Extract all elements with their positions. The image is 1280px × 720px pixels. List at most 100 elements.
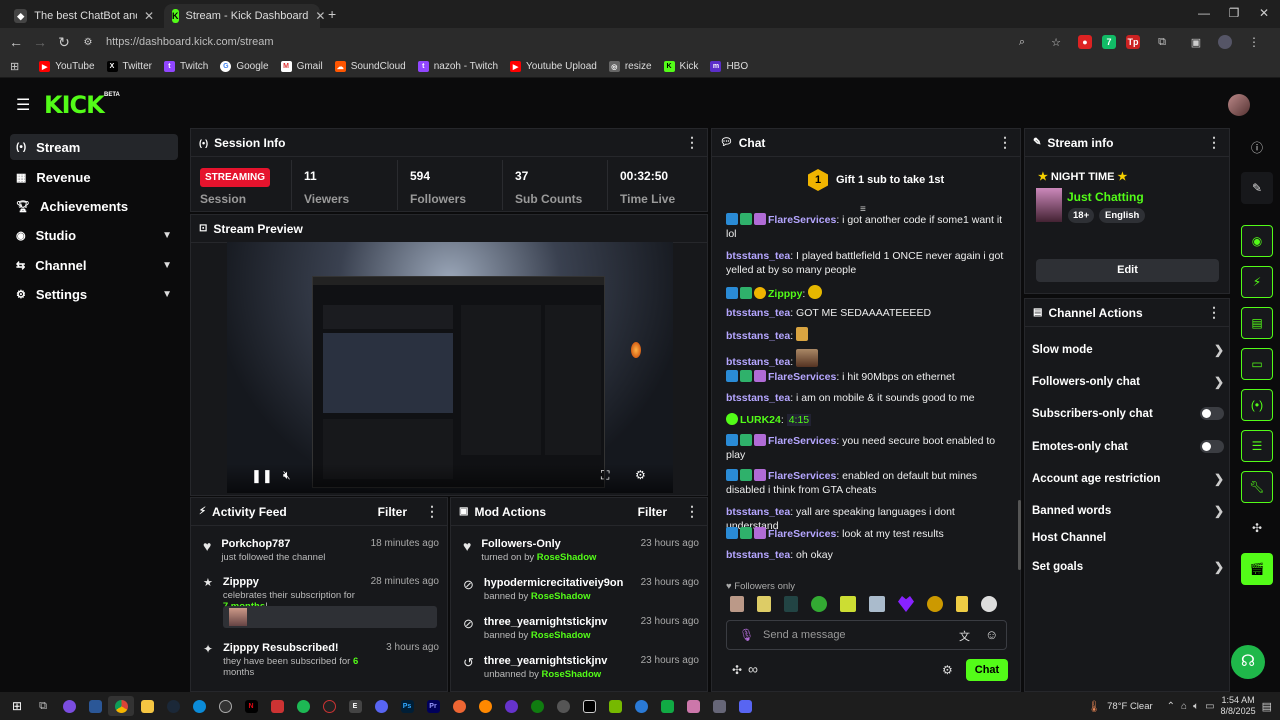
taskbar-app-icon[interactable] [498, 696, 524, 716]
taskbar-app-icon[interactable] [654, 696, 680, 716]
chat-username[interactable]: FlareServices [768, 214, 836, 226]
clock[interactable]: 1:54 AM 8/8/2025 [1221, 695, 1256, 717]
chat-username[interactable]: btsstans_tea [726, 307, 790, 319]
kick-logo[interactable]: KICK [44, 91, 105, 119]
action-slow-mode[interactable]: Slow mode ❯ [1032, 343, 1224, 357]
bookmark[interactable]: M Gmail [275, 61, 329, 72]
apps-grid-icon[interactable]: ⊞ [10, 60, 19, 73]
clapperboard-icon[interactable]: 🎬︎ [1241, 553, 1273, 585]
taskbar-app-icon[interactable] [576, 696, 602, 716]
category-link[interactable]: Just Chatting [1067, 190, 1144, 204]
site-info-icon[interactable]: ⚙ [76, 37, 100, 48]
browser-menu-icon[interactable]: ⋮ [1242, 35, 1266, 49]
close-window-icon[interactable]: ✕ [1254, 6, 1274, 20]
chat-input[interactable]: Send a message [763, 629, 846, 641]
discord-icon[interactable] [368, 696, 394, 716]
bookmark[interactable]: K Kick [658, 61, 705, 72]
emote-icon[interactable] [757, 596, 771, 612]
stream-video[interactable]: ❚❚ 🔇︎ ⛶ ⚙ [227, 242, 673, 493]
netflix-icon[interactable]: N [238, 696, 264, 716]
emote-icon[interactable] [811, 596, 827, 612]
chat-username[interactable]: btsstans_tea [726, 392, 790, 404]
extension-icon[interactable]: 7 [1102, 35, 1116, 49]
close-tab-icon[interactable]: ✕ [144, 9, 154, 23]
chat-username[interactable]: LURK24 [740, 414, 781, 426]
pause-icon[interactable]: ❚❚ [251, 468, 273, 484]
emotes-only-toggle[interactable] [1200, 440, 1224, 453]
taskbar-app-icon[interactable] [316, 696, 342, 716]
bookmark[interactable]: G Google [214, 61, 274, 72]
edge-icon[interactable] [186, 696, 212, 716]
microphone-icon[interactable]: 🎙︎ [739, 628, 754, 642]
sidebar-item-channel[interactable]: ⇆ Channel ▼ [10, 252, 178, 278]
chrome-icon[interactable] [108, 696, 134, 716]
edit-pencil-icon[interactable]: ✎ [1241, 172, 1273, 204]
chat-username[interactable]: btsstans_tea [726, 250, 790, 262]
network-icon[interactable]: ⌂ [1181, 701, 1187, 712]
sidebar-item-studio[interactable]: ◉ Studio ▼ [10, 222, 178, 248]
new-tab-icon[interactable]: + [328, 6, 336, 22]
sidepanel-icon[interactable]: ▣ [1184, 36, 1208, 49]
bookmark[interactable]: t nazoh - Twitch [412, 61, 504, 72]
taskbar-app-icon[interactable] [56, 696, 82, 716]
bookmark[interactable]: ▶ Youtube Upload [504, 61, 603, 72]
bookmark[interactable]: X Twitter [101, 61, 158, 72]
support-chat-icon[interactable]: ☊ [1231, 645, 1265, 679]
bookmark[interactable]: ◎ resize [603, 61, 658, 72]
browser-tab[interactable]: ◆ The best ChatBot and Widgets ✕ [6, 4, 162, 28]
extension-icon[interactable]: Tp [1126, 35, 1140, 49]
emote-icon[interactable] [840, 596, 856, 612]
emote-icon[interactable] [981, 596, 997, 612]
steam-icon[interactable] [160, 696, 186, 716]
apps-icon[interactable]: ✣ [1241, 512, 1273, 544]
taskbar-app-icon[interactable] [706, 696, 732, 716]
taskbar-app-icon[interactable]: E [342, 696, 368, 716]
back-icon[interactable]: ← [4, 34, 28, 50]
emote-icon[interactable] [927, 596, 943, 612]
filter-button[interactable]: Filter [378, 505, 407, 519]
taskbar-app-icon[interactable] [82, 696, 108, 716]
more-menu-icon[interactable]: ⋮ [998, 134, 1012, 151]
taskbar-app-icon[interactable] [732, 696, 758, 716]
task-view-icon[interactable]: ⧉ [30, 696, 56, 716]
more-menu-icon[interactable]: ⋮ [425, 503, 439, 520]
more-menu-icon[interactable]: ⋮ [685, 134, 699, 151]
notification-icon[interactable]: ▤ [1262, 700, 1272, 713]
chat-icon[interactable]: ▭ [1241, 348, 1273, 380]
emote-icon[interactable] [869, 596, 885, 612]
translate-icon[interactable]: 文 [959, 628, 970, 644]
reload-icon[interactable]: ↻ [52, 34, 76, 51]
gift-sub-button[interactable]: Gift 1 sub to take 1st [836, 174, 944, 186]
send-chat-button[interactable]: Chat [966, 659, 1008, 681]
obs-icon[interactable] [212, 696, 238, 716]
action-followers-only[interactable]: Followers-only chat ❯ [1032, 375, 1224, 389]
maximize-icon[interactable]: ❐ [1224, 6, 1244, 20]
tray-chevron-icon[interactable]: ⌃ [1167, 701, 1175, 712]
emote-icon[interactable] [784, 596, 798, 612]
sidebar-item-stream[interactable]: (•) Stream [10, 134, 178, 160]
more-menu-icon[interactable]: ⋮ [1207, 134, 1221, 151]
emote-icon[interactable] [956, 596, 968, 612]
mute-icon[interactable]: 🔇︎ [283, 468, 291, 483]
wrench-icon[interactable]: 🔧︎ [1241, 471, 1273, 503]
chat-username[interactable]: FlareServices [768, 371, 836, 383]
taskbar-app-icon[interactable] [680, 696, 706, 716]
nvidia-icon[interactable] [602, 696, 628, 716]
extension-icon[interactable]: ● [1078, 35, 1092, 49]
extensions-puzzle-icon[interactable]: ⧉ [1150, 36, 1174, 49]
fullscreen-icon[interactable]: ⛶ [601, 468, 609, 483]
xbox-icon[interactable] [524, 696, 550, 716]
taskbar-app-icon[interactable] [446, 696, 472, 716]
bookmark[interactable]: t Twitch [158, 61, 214, 72]
user-avatar[interactable] [1228, 94, 1250, 116]
action-set-goals[interactable]: Set goals ❯ [1032, 560, 1224, 574]
minimize-icon[interactable]: — [1194, 6, 1214, 20]
chat-username[interactable]: FlareServices [768, 528, 836, 540]
close-tab-icon[interactable]: ✕ [315, 9, 325, 23]
subscribers-only-toggle[interactable] [1200, 407, 1224, 420]
action-banned-words[interactable]: Banned words ❯ [1032, 504, 1224, 518]
weather-text[interactable]: 78°F Clear [1107, 701, 1153, 712]
more-menu-icon[interactable]: ⋮ [1207, 304, 1221, 321]
forward-icon[interactable]: → [28, 34, 52, 50]
star-icon[interactable]: ☆ [1044, 36, 1068, 49]
